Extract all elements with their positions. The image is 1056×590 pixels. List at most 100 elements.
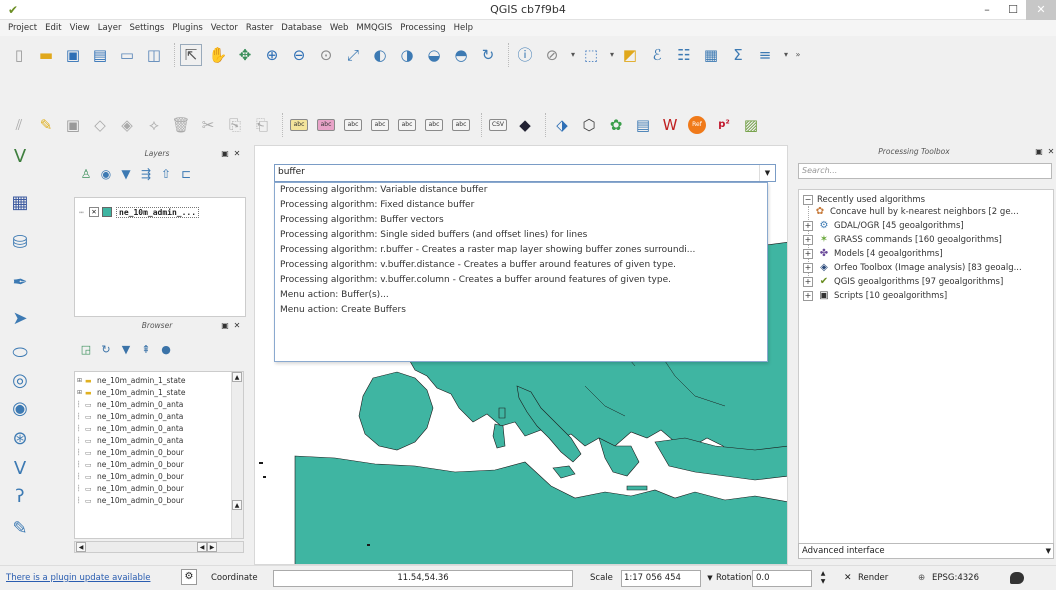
- style-icon[interactable]: ℰ: [646, 44, 668, 66]
- refresh-icon[interactable]: ↻: [477, 44, 499, 66]
- visibility-icon[interactable]: ◉: [96, 167, 116, 181]
- chevron-down-icon[interactable]: ▼: [759, 165, 775, 181]
- suggestion-item[interactable]: Menu action: Create Buffers: [275, 303, 767, 318]
- zoom-to-selection-icon[interactable]: ◑: [396, 44, 418, 66]
- zoom-to-layer-icon[interactable]: ◐: [369, 44, 391, 66]
- suggestion-item[interactable]: Processing algorithm: Variable distance …: [275, 183, 767, 198]
- close-panel-icon[interactable]: ✕: [1046, 146, 1056, 157]
- zoom-in-icon[interactable]: ⊕: [261, 44, 283, 66]
- toolbox-node[interactable]: + ◈ Orfeo Toolbox (Image analysis) [83 geo…: [803, 262, 1022, 274]
- chevron-down-icon[interactable]: ▾: [568, 44, 578, 66]
- suggestion-item[interactable]: Processing algorithm: r.buffer - Creates…: [275, 243, 767, 258]
- messages-icon[interactable]: [1010, 572, 1024, 584]
- menu-processing[interactable]: Processing: [396, 20, 449, 36]
- horizontal-scrollbar[interactable]: ◀ ◀ ▶: [74, 541, 244, 553]
- add-feature-icon[interactable]: ◇: [89, 114, 111, 136]
- crs-status[interactable]: EPSG:4326: [932, 573, 979, 583]
- locator-query[interactable]: buffer: [278, 167, 305, 177]
- copy-features-icon[interactable]: ⎘: [224, 114, 246, 136]
- browser-item[interactable]: ┆ ▭ ne_10m_admin_0_bour: [77, 448, 184, 458]
- add-postgis-layer-icon[interactable]: ⛁: [8, 231, 32, 255]
- label-rotate-icon[interactable]: abc: [396, 114, 418, 136]
- suggestion-item[interactable]: Processing algorithm: v.buffer.column - …: [275, 273, 767, 288]
- close-button[interactable]: ✕: [1026, 0, 1056, 20]
- advanced-interface-select[interactable]: Advanced interface ▼: [798, 543, 1054, 559]
- menu-edit[interactable]: Edit: [41, 20, 65, 36]
- properties-icon[interactable]: ●: [156, 343, 176, 356]
- expand-all-icon[interactable]: ⇧: [156, 167, 176, 181]
- menu-raster[interactable]: Raster: [242, 20, 277, 36]
- browser-item[interactable]: ┆ ▭ ne_10m_admin_0_anta: [77, 436, 183, 446]
- new-project-icon[interactable]: ▯: [8, 44, 30, 66]
- suggestion-item[interactable]: Processing algorithm: Fixed distance buf…: [275, 198, 767, 213]
- zoom-next-icon[interactable]: ◓: [450, 44, 472, 66]
- save-edits-icon[interactable]: ▣: [62, 114, 84, 136]
- plugin-icon[interactable]: ⬡: [578, 114, 600, 136]
- browser-item[interactable]: ⊞ ▬ ne_10m_admin_1_state: [77, 376, 186, 386]
- paste-features-icon[interactable]: ⎗: [251, 114, 273, 136]
- label-show-hide-icon[interactable]: abc: [342, 114, 364, 136]
- menu-database[interactable]: Database: [277, 20, 326, 36]
- new-layer-icon[interactable]: ✎: [8, 517, 32, 541]
- zoom-full-icon[interactable]: ⤢: [342, 44, 364, 66]
- save-as-icon[interactable]: ▤: [89, 44, 111, 66]
- scale-field[interactable]: 1:17 056 454: [621, 570, 701, 587]
- geocode-icon[interactable]: ◆: [514, 114, 536, 136]
- p2-plugin-icon[interactable]: p²: [713, 114, 735, 136]
- edit-style-icon[interactable]: ▨: [740, 114, 762, 136]
- add-virtual-layer-icon[interactable]: V: [8, 457, 32, 481]
- open-project-icon[interactable]: ▬: [35, 44, 57, 66]
- rotation-spinner[interactable]: ▲ ▼: [818, 570, 828, 587]
- osm-plugin-icon[interactable]: ✿: [605, 114, 627, 136]
- layer-visibility-checkbox[interactable]: ✕: [89, 207, 99, 217]
- toolbox-node[interactable]: ✿ Concave hull by k-nearest neighbors [2 …: [813, 206, 1019, 218]
- zoom-out-icon[interactable]: ⊖: [288, 44, 310, 66]
- scroll-right-icon[interactable]: ◀: [197, 542, 207, 552]
- python-console-icon[interactable]: ⬗: [551, 114, 573, 136]
- add-oracle-icon[interactable]: ʔ: [8, 485, 32, 509]
- label-pin-icon[interactable]: abc: [315, 114, 337, 136]
- browser-item[interactable]: ┆ ▭ ne_10m_admin_0_bour: [77, 496, 184, 506]
- collapse-icon[interactable]: ⇞: [136, 343, 156, 356]
- float-panel-icon[interactable]: ▣: [220, 320, 230, 331]
- pan-select-icon[interactable]: ⇱: [180, 44, 202, 66]
- close-panel-icon[interactable]: ✕: [232, 148, 242, 159]
- add-delimited-text-icon[interactable]: ✒: [8, 271, 32, 295]
- chevron-down-icon[interactable]: ▾: [607, 44, 617, 66]
- label-highlight-icon[interactable]: abc: [450, 114, 472, 136]
- browser-item[interactable]: ┆ ▭ ne_10m_admin_0_bour: [77, 460, 184, 470]
- field-calculator-icon[interactable]: ▦: [700, 44, 722, 66]
- scroll-left-icon[interactable]: ◀: [76, 542, 86, 552]
- crs-icon[interactable]: ⊕: [918, 573, 925, 583]
- node-tool-icon[interactable]: ⟡: [143, 114, 165, 136]
- menu-help[interactable]: Help: [450, 20, 477, 36]
- menu-vector[interactable]: Vector: [207, 20, 242, 36]
- open-layer-styling-icon[interactable]: ♙: [76, 167, 96, 181]
- label-move-icon[interactable]: abc: [369, 114, 391, 136]
- add-wfs-icon[interactable]: ⊛: [8, 427, 32, 451]
- toggle-editing-icon[interactable]: ✎: [35, 114, 57, 136]
- filter-icon[interactable]: ▼: [116, 167, 136, 181]
- measure-icon[interactable]: ⊘: [541, 44, 563, 66]
- browser-item[interactable]: ┆ ▭ ne_10m_admin_0_anta: [77, 412, 183, 422]
- float-panel-icon[interactable]: ▣: [220, 148, 230, 159]
- pan-to-selection-icon[interactable]: ✥: [234, 44, 256, 66]
- browser-item[interactable]: ⊞ ▬ ne_10m_admin_1_state: [77, 388, 186, 398]
- browser-item[interactable]: ┆ ▭ ne_10m_admin_0_anta: [77, 400, 183, 410]
- browser-item[interactable]: ┆ ▭ ne_10m_admin_0_bour: [77, 472, 184, 482]
- toolbox-node[interactable]: + ✶ GRASS commands [160 geoalgorithms]: [803, 234, 1002, 246]
- maximize-button[interactable]: ☐: [1000, 0, 1026, 20]
- menu-plugins[interactable]: Plugins: [168, 20, 206, 36]
- menu-mmqgis[interactable]: MMQGIS: [352, 20, 396, 36]
- ref-plugin-icon[interactable]: Ref: [686, 114, 708, 136]
- add-selected-icon[interactable]: ◲: [76, 343, 96, 356]
- toolbox-node[interactable]: + ✔ QGIS geoalgorithms [97 geoalgorithms]: [803, 276, 1003, 288]
- select-icon[interactable]: ⬚: [580, 44, 602, 66]
- browser-item[interactable]: ┆ ▭ ne_10m_admin_0_anta: [77, 424, 183, 434]
- menu-view[interactable]: View: [66, 20, 94, 36]
- zoom-last-icon[interactable]: ◒: [423, 44, 445, 66]
- suggestion-item[interactable]: Processing algorithm: Buffer vectors: [275, 213, 767, 228]
- coordinate-field[interactable]: 11.54,54.36: [273, 570, 573, 587]
- zoom-native-icon[interactable]: ⊙: [315, 44, 337, 66]
- toolbox-node[interactable]: + ⚙ GDAL/OGR [45 geoalgorithms]: [803, 220, 964, 232]
